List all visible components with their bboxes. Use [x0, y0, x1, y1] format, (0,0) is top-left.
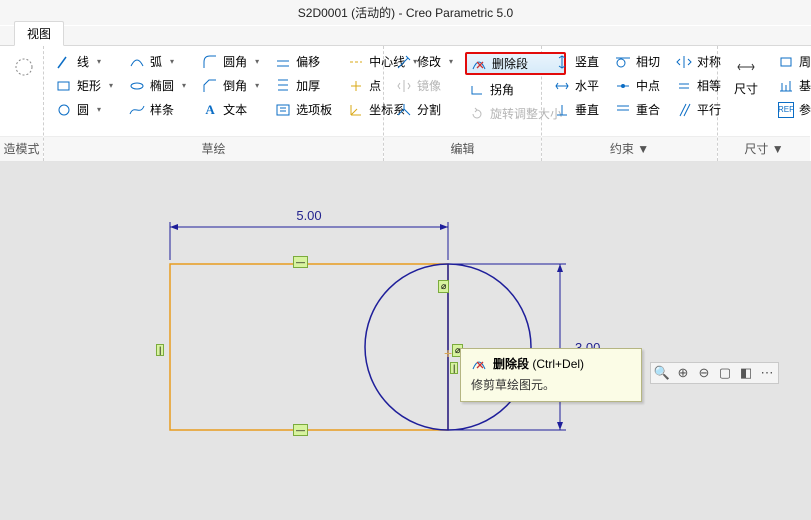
fillet-icon	[202, 54, 218, 70]
fillet-button[interactable]: 圆角	[198, 52, 263, 71]
group-label-dimension[interactable]: 尺寸 ▼	[718, 136, 810, 161]
mirror-button: 镜像	[392, 76, 457, 95]
view-cube-icon[interactable]: ◧	[737, 364, 755, 382]
offset-button[interactable]: 偏移	[271, 52, 336, 71]
dimension-icon	[735, 56, 757, 78]
ellipse-button[interactable]: 椭圆	[125, 76, 190, 95]
text-button[interactable]: A文本	[198, 100, 263, 119]
group-label-constraints[interactable]: 约束 ▼	[542, 136, 717, 161]
mirror-icon	[396, 78, 412, 94]
parallel-icon	[676, 102, 692, 118]
zoom-out-icon[interactable]: ⊖	[695, 364, 713, 382]
perpendicular-icon	[554, 102, 570, 118]
group-label-edit: 编辑	[384, 136, 541, 161]
circle-icon	[56, 102, 72, 118]
construction-mode[interactable]	[4, 52, 44, 82]
repaint-icon[interactable]: ▢	[716, 364, 734, 382]
perimeter-icon	[778, 54, 794, 70]
coincident-button[interactable]: 重合	[611, 100, 664, 119]
rotate-icon	[469, 106, 485, 122]
split-icon	[396, 102, 412, 118]
group-label-construction: 造模式	[0, 136, 43, 161]
reference-icon: REF	[778, 102, 794, 118]
text-icon: A	[202, 102, 218, 118]
constraint-handle[interactable]: —	[293, 424, 308, 436]
view-toolbar: 🔍 ⊕ ⊖ ▢ ◧ ⋯	[650, 362, 779, 384]
symmetric-icon	[676, 54, 692, 70]
center-mark-icon: +	[444, 345, 452, 361]
overflow-icon[interactable]: ⋯	[758, 364, 776, 382]
arc-icon	[129, 54, 145, 70]
modify-button[interactable]: 修改	[392, 52, 457, 71]
modify-icon	[396, 54, 412, 70]
arc-button[interactable]: 弧	[125, 52, 190, 71]
delete-segment-icon	[471, 56, 487, 72]
zoom-fit-icon[interactable]: 🔍	[653, 364, 671, 382]
spline-icon	[129, 102, 145, 118]
constraint-handle[interactable]: ⌀	[438, 280, 449, 293]
delete-segment-icon	[471, 356, 487, 372]
thicken-icon	[275, 78, 291, 94]
group-label-sketch: 草绘	[44, 136, 383, 161]
chamfer-icon	[202, 78, 218, 94]
rectangle-icon	[56, 78, 72, 94]
line-button[interactable]: 线	[52, 52, 117, 71]
baseline-button[interactable]: 基线	[774, 76, 811, 95]
title-bar: S2D0001 (活动的) - Creo Parametric 5.0	[0, 0, 811, 26]
svg-text:5.00: 5.00	[296, 208, 321, 223]
palette-button[interactable]: 选项板	[271, 100, 336, 119]
line-icon	[56, 54, 72, 70]
chamfer-button[interactable]: 倒角	[198, 76, 263, 95]
perpendicular-button[interactable]: 垂直	[550, 100, 603, 119]
palette-icon	[275, 102, 291, 118]
window-title: S2D0001 (活动的) - Creo Parametric 5.0	[298, 4, 513, 21]
horizontal-icon	[554, 78, 570, 94]
centerline-icon	[348, 54, 364, 70]
tab-strip: 视图	[0, 26, 811, 46]
tangent-button[interactable]: 相切	[611, 52, 664, 71]
point-icon	[348, 78, 364, 94]
coincident-icon	[615, 102, 631, 118]
dimension-button[interactable]: 尺寸	[726, 52, 766, 101]
spline-button[interactable]: 样条	[125, 100, 190, 119]
vertical-button[interactable]: 竖直	[550, 52, 603, 71]
midpoint-button[interactable]: 中点	[611, 76, 664, 95]
offset-icon	[275, 54, 291, 70]
coord-icon	[348, 102, 364, 118]
split-button[interactable]: 分割	[392, 100, 457, 119]
horizontal-button[interactable]: 水平	[550, 76, 603, 95]
ribbon: 造模式 线 矩形 圆 弧 椭圆 样条	[0, 46, 811, 162]
tab-view[interactable]: 视图	[14, 21, 64, 46]
graphics-area[interactable]: 5.00 3.00 | — — ⌀ ⌀ | + 删除段 (Ctrl+Del) 修…	[0, 162, 811, 520]
rectangle-button[interactable]: 矩形	[52, 76, 117, 95]
vertical-icon	[554, 54, 570, 70]
zoom-in-icon[interactable]: ⊕	[674, 364, 692, 382]
tooltip-delete-segment: 删除段 (Ctrl+Del) 修剪草绘图元。	[460, 348, 642, 402]
constraint-handle[interactable]: |	[450, 362, 458, 374]
constraint-handle[interactable]: |	[156, 344, 164, 356]
circle-button[interactable]: 圆	[52, 100, 117, 119]
midpoint-icon	[615, 78, 631, 94]
perimeter-button[interactable]: 周长	[774, 52, 811, 71]
equal-icon	[676, 78, 692, 94]
constraint-handle[interactable]: —	[293, 256, 308, 268]
thicken-button[interactable]: 加厚	[271, 76, 336, 95]
reference-button[interactable]: REF参考	[774, 100, 811, 119]
tangent-icon	[615, 54, 631, 70]
ellipse-icon	[129, 78, 145, 94]
baseline-icon	[778, 78, 794, 94]
corner-icon	[469, 82, 485, 98]
